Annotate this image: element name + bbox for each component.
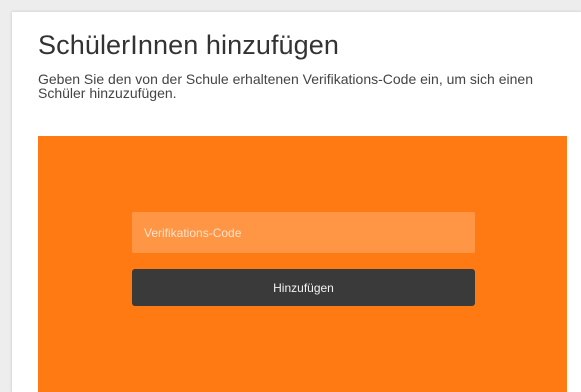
verification-panel: Hinzufügen [38,136,567,392]
verification-code-input[interactable] [132,212,475,253]
page-title: SchülerInnen hinzufügen [38,30,340,60]
add-button[interactable]: Hinzufügen [132,269,475,306]
page-description: Geben Sie den von der Schule erhaltenen … [38,71,533,101]
add-students-card: SchülerInnen hinzufügen Geben Sie den vo… [12,12,581,392]
